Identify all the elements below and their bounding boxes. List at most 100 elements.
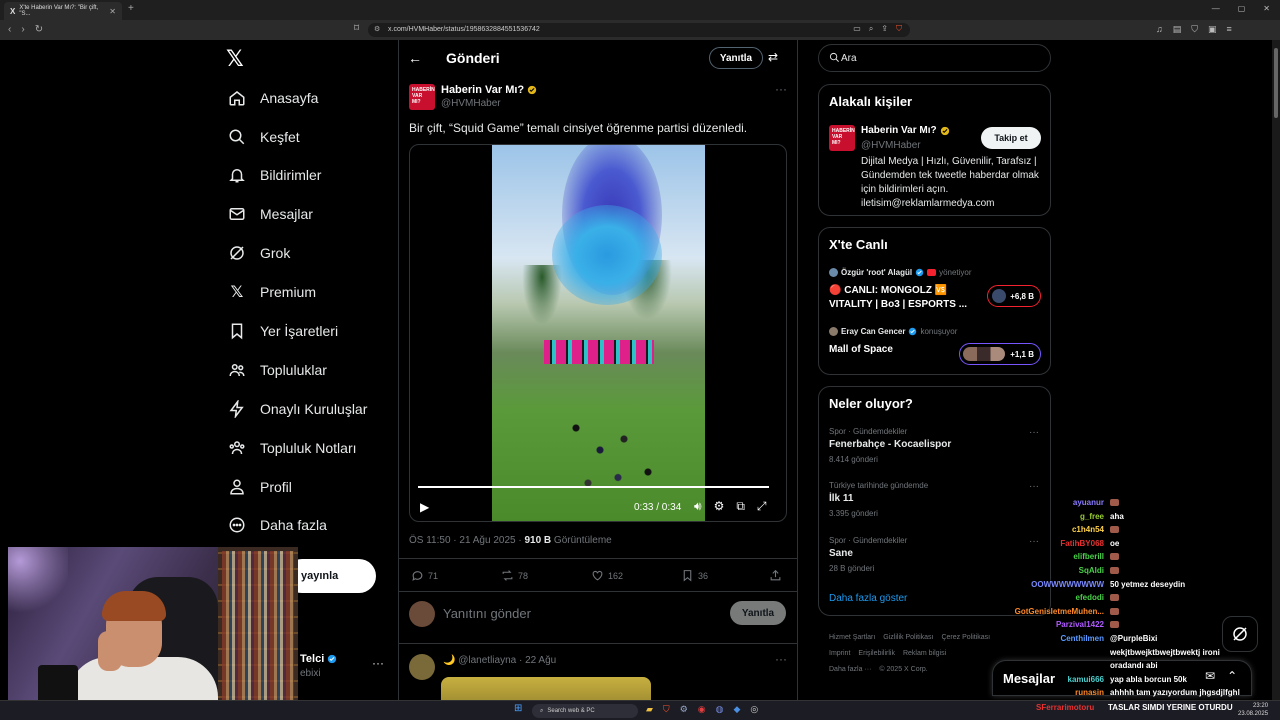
new-tab-icon[interactable]: + (128, 3, 134, 14)
brave-icon[interactable]: ⛉ (663, 704, 670, 715)
author-name[interactable]: Haberin Var Mı? (441, 84, 537, 96)
reply-send-button[interactable]: Yanıtla (730, 601, 786, 625)
maximize-icon[interactable]: ▢ (1238, 4, 1246, 13)
reply-stat[interactable]: 71 (411, 569, 438, 582)
footer-link[interactable]: Imprint (829, 650, 850, 657)
brave-shield-icon[interactable]: ⛉ (896, 24, 902, 34)
folder-icon[interactable]: ▰ (646, 704, 653, 715)
site-info-icon[interactable]: ⚙ (374, 25, 380, 33)
reload-icon[interactable]: ↻ (35, 24, 43, 35)
more-options-icon[interactable]: ··· (775, 82, 787, 96)
adjust-icon[interactable]: ⇄ (768, 50, 778, 64)
profile-more-icon[interactable]: ··· (372, 656, 384, 670)
steam-icon[interactable]: ⚙ (680, 704, 688, 715)
author-avatar[interactable]: HABERİN VAR MI? (409, 84, 435, 110)
trend-name[interactable]: Fenerbahçe - Kocaelispor (829, 439, 951, 450)
app-icon[interactable]: ◉ (698, 704, 706, 715)
minimize-icon[interactable]: — (1212, 4, 1220, 13)
follow-button[interactable]: Takip et (981, 127, 1041, 149)
nav-label: Onaylı Kuruluşlar (260, 401, 368, 417)
shield-icon[interactable]: ⛉ (1191, 24, 1198, 35)
nav-item-home[interactable]: Anasayfa (228, 86, 318, 110)
gold-verified-icon (527, 85, 537, 95)
discord-icon[interactable]: ◍ (716, 704, 724, 715)
nav-item-explore[interactable]: Keşfet (228, 125, 300, 149)
trend-more-icon[interactable]: ··· (1029, 481, 1039, 492)
reply-avatar[interactable] (409, 654, 435, 680)
volume-icon[interactable]: 🔊︎ (694, 499, 702, 514)
nav-item-grok[interactable]: Grok (228, 241, 290, 265)
footer-link[interactable]: Gizlilik Politikası (883, 634, 933, 641)
zoom-icon[interactable]: ⌕ (869, 24, 873, 34)
app-icon[interactable]: ◎ (750, 704, 758, 715)
related-name[interactable]: Haberin Var Mı? (861, 125, 950, 136)
live-stream-title[interactable]: Mall of Space (829, 343, 893, 357)
expand-icon[interactable]: ⌃ (1227, 669, 1237, 683)
settings-icon[interactable]: ⚙ (714, 499, 725, 514)
share-stat[interactable] (769, 569, 782, 582)
show-more-link[interactable]: Daha fazla göster (829, 593, 907, 604)
taskbar-search[interactable]: ⌕ Search web & PC (532, 704, 638, 718)
post-button[interactable]: yayınla (285, 559, 376, 593)
back-icon[interactable]: ‹ (8, 24, 11, 35)
grok-floating-button[interactable] (1222, 616, 1258, 652)
screen-icon[interactable]: ▭ (853, 24, 861, 34)
forward-icon[interactable]: › (21, 24, 24, 35)
nav-item-notifications[interactable]: Bildirimler (228, 163, 321, 187)
share-icon[interactable]: ⇪ (881, 24, 888, 34)
x-logo-icon[interactable]: 𝕏 (226, 46, 244, 72)
video-player[interactable]: ▶ 0:33 / 0:34 🔊︎ ⚙ ⧉ ⤢ (409, 144, 787, 522)
trend-more-icon[interactable]: ··· (1029, 536, 1039, 547)
nav-item-verified-orgs[interactable]: Onaylı Kuruluşlar (228, 397, 367, 421)
footer-link[interactable]: Hizmet Şartları (829, 634, 875, 641)
pip-icon[interactable]: ⧉ (736, 499, 745, 514)
nav-item-more[interactable]: Daha fazla (228, 513, 327, 537)
close-window-icon[interactable]: ✕ (1263, 4, 1270, 13)
scrollbar-thumb[interactable] (1274, 48, 1278, 118)
related-avatar[interactable]: HABERİN VAR MI? (829, 125, 855, 151)
nav-item-messages[interactable]: Mesajlar (228, 202, 313, 226)
menu-icon[interactable]: ≡ (1227, 24, 1232, 35)
bookmark-icon[interactable]: ⌑ (354, 23, 359, 34)
live-host[interactable]: Eray Can Gencer konuşuyor (829, 327, 957, 336)
sidebar-icon[interactable]: ▤ (1173, 24, 1182, 35)
reply-input[interactable]: Yanıtını gönder (443, 606, 531, 621)
live-listener-count[interactable]: +6,8 B (987, 285, 1041, 307)
live-listener-count[interactable]: +1,1 B (959, 343, 1041, 365)
footer-link[interactable]: Erişilebilirlik (858, 650, 895, 657)
video-progress-bar[interactable] (418, 486, 770, 488)
footer-link[interactable]: Daha fazla ··· (829, 666, 871, 673)
footer-link[interactable]: Reklam bilgisi (903, 650, 946, 657)
trend-name[interactable]: İlk 11 (829, 493, 853, 504)
scrollbar-track[interactable] (1272, 40, 1280, 720)
music-icon[interactable]: ♫ (1156, 24, 1163, 35)
nav-item-communities[interactable]: Topluluklar (228, 358, 327, 382)
nav-item-profile[interactable]: Profil (228, 475, 292, 499)
play-icon[interactable]: ▶ (420, 500, 429, 514)
back-arrow-icon[interactable]: ← (408, 50, 422, 66)
close-icon[interactable]: ✕ (109, 7, 116, 16)
nav-item-bookmarks[interactable]: Yer İşaretleri (228, 319, 338, 343)
browser-tab[interactable]: X X'te Haberin Var Mı?: "Bir çift, "S...… (4, 2, 122, 20)
address-bar[interactable]: ⚙ x.com/HVMHaber/status/1958632884551536… (368, 23, 910, 37)
nav-item-community-notes[interactable]: Topluluk Notları (228, 436, 357, 460)
trend-more-icon[interactable]: ··· (1029, 427, 1039, 438)
author-handle[interactable]: @HVMHaber (441, 98, 501, 109)
footer-link[interactable]: Çerez Politikası (941, 634, 990, 641)
live-host[interactable]: Özgür 'root' Alagül yönetiyor (829, 268, 972, 277)
more-options-icon[interactable]: ··· (775, 652, 787, 666)
bookmark-stat[interactable]: 36 (681, 569, 708, 582)
like-stat[interactable]: 162 (591, 569, 623, 582)
search-input[interactable]: Ara (818, 44, 1051, 72)
profile-name[interactable]: Telci (300, 653, 337, 665)
fullscreen-icon[interactable]: ⤢ (757, 499, 767, 514)
trend-name[interactable]: Sane (829, 548, 853, 559)
repost-stat[interactable]: 78 (501, 569, 528, 582)
wallet-icon[interactable]: ▣ (1208, 24, 1217, 35)
windows-start-icon[interactable]: ⊞ (514, 703, 522, 714)
live-stream-title[interactable]: 🔴 CANLI: MONGOLZ 🆚 VITALITY | Bo3 | ESPO… (829, 284, 967, 312)
nav-item-premium[interactable]: 𝕏 Premium (228, 280, 316, 304)
new-message-icon[interactable]: ✉ (1205, 669, 1215, 683)
reply-header-button[interactable]: Yanıtla (709, 47, 763, 69)
app-icon[interactable]: ◆ (733, 704, 740, 715)
